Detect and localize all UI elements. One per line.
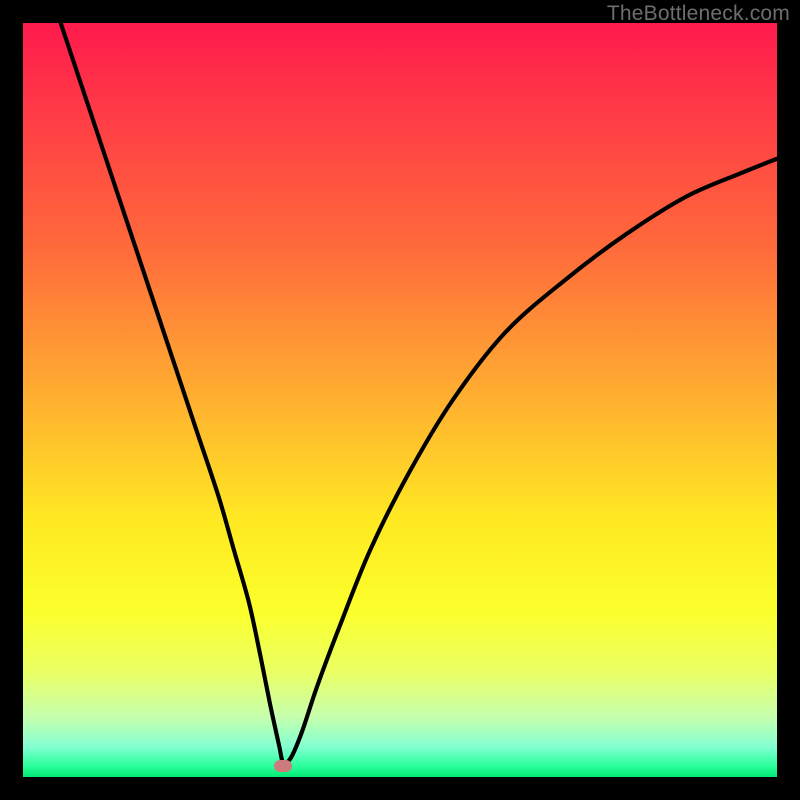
optimal-point-marker bbox=[274, 760, 292, 772]
bottleneck-curve bbox=[23, 23, 777, 777]
plot-area bbox=[23, 23, 777, 777]
chart-frame: TheBottleneck.com bbox=[0, 0, 800, 800]
watermark-text: TheBottleneck.com bbox=[607, 2, 790, 26]
